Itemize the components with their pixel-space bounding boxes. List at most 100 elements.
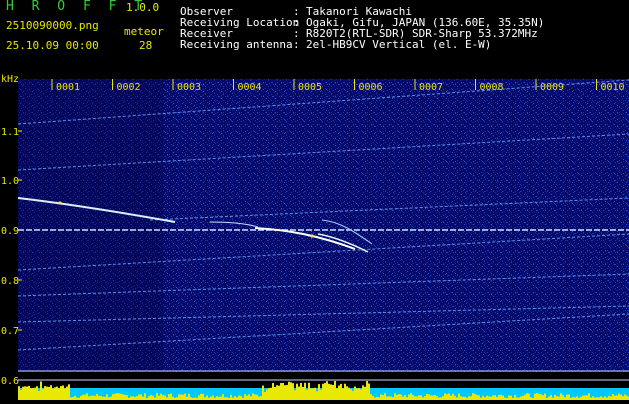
activity-bar — [336, 388, 338, 400]
activity-bar — [384, 393, 386, 400]
activity-bar — [52, 388, 54, 400]
activity-bar — [452, 393, 454, 400]
activity-bar — [534, 393, 536, 400]
x-tick-label: 0003 — [177, 82, 201, 93]
activity-bar — [318, 384, 320, 400]
activity-bar — [448, 393, 450, 400]
x-tick-label: 0009 — [540, 82, 564, 93]
activity-bar — [278, 385, 280, 400]
activity-bar — [360, 389, 362, 400]
meteor-head — [310, 234, 314, 238]
activity-bar — [342, 388, 344, 400]
activity-bar — [314, 387, 316, 400]
activity-bar — [334, 380, 336, 400]
activity-bar — [26, 386, 28, 400]
y-tick-label: 1.1 — [1, 127, 19, 138]
activity-bar — [284, 385, 286, 400]
activity-bar — [560, 393, 562, 400]
plot-dark-region — [18, 79, 163, 372]
filename-label: 2510090000.png — [6, 19, 99, 32]
activity-bar — [274, 386, 276, 400]
activity-bar — [184, 393, 186, 400]
activity-bar — [32, 388, 34, 400]
activity-bar — [240, 395, 242, 400]
activity-bar — [44, 386, 46, 400]
activity-bar — [444, 393, 446, 400]
activity-bar — [388, 396, 390, 400]
activity-bar — [80, 395, 82, 400]
y-tick-label: 1.0 — [1, 176, 19, 187]
activity-bar — [568, 394, 570, 400]
activity-bar — [380, 394, 382, 400]
activity-bar — [144, 393, 146, 400]
activity-bar — [212, 395, 214, 400]
datetime-label: 25.10.09 00:00 — [6, 39, 99, 52]
activity-bar — [114, 393, 116, 400]
activity-bar — [394, 393, 396, 400]
y-tick-label: 0.6 — [1, 376, 19, 387]
activity-bar — [414, 396, 416, 400]
activity-bar — [404, 395, 406, 400]
activity-bar — [322, 383, 324, 400]
activity-bar — [56, 386, 58, 400]
activity-bar — [528, 393, 530, 400]
activity-bar — [66, 386, 68, 400]
activity-bar — [382, 395, 384, 400]
activity-bar — [454, 395, 456, 400]
activity-bar — [248, 394, 250, 400]
activity-bar — [340, 383, 342, 400]
activity-bar — [460, 396, 462, 400]
activity-bar — [268, 388, 270, 400]
unit-label: kHz — [1, 74, 19, 85]
activity-bar — [138, 394, 140, 400]
activity-bar — [344, 383, 346, 400]
activity-bar — [178, 394, 180, 400]
activity-bar — [100, 395, 102, 400]
activity-bar — [320, 389, 322, 400]
activity-bar — [418, 395, 420, 400]
activity-bar — [550, 394, 552, 400]
activity-bar — [618, 393, 620, 400]
activity-bar — [472, 393, 474, 400]
x-tick-label: 0002 — [117, 82, 141, 93]
activity-bar — [540, 394, 542, 400]
activity-bar — [160, 393, 162, 400]
activity-bar — [288, 381, 290, 400]
activity-bar — [588, 393, 590, 400]
activity-bar — [106, 394, 108, 400]
activity-bar — [124, 394, 126, 400]
x-tick-label: 0005 — [298, 82, 322, 93]
activity-bar — [372, 395, 374, 400]
activity-bar — [40, 381, 42, 400]
activity-bar — [346, 386, 348, 400]
activity-bar — [600, 396, 602, 400]
activity-bar — [302, 386, 304, 400]
activity-bar — [428, 394, 430, 400]
meteor-count: 28 — [139, 39, 153, 52]
activity-bar — [140, 394, 142, 400]
activity-bar — [130, 396, 132, 400]
activity-bar — [264, 392, 266, 400]
activity-bar — [500, 394, 502, 400]
activity-bar — [18, 386, 20, 400]
activity-bar — [162, 395, 164, 400]
activity-bar — [48, 386, 50, 400]
activity-bar — [338, 385, 340, 400]
info-key-antenna: Receiving antenna — [180, 38, 293, 51]
activity-bar — [310, 388, 312, 400]
activity-bar — [488, 396, 490, 400]
activity-bar — [324, 382, 326, 400]
activity-bar — [82, 394, 84, 400]
activity-bar — [88, 396, 90, 400]
activity-bar — [94, 395, 96, 400]
spectrogram-plot: kHz 1.1 1.0 0.9 0.8 0.7 0.6 0001 0002 0003 0004 0… — [0, 74, 629, 400]
activity-bar — [282, 382, 284, 400]
activity-bar — [548, 396, 550, 400]
activity-bar — [258, 396, 260, 400]
activity-bar — [510, 395, 512, 400]
activity-bar — [544, 393, 546, 400]
activity-bar — [526, 393, 528, 400]
activity-bar — [280, 383, 282, 400]
activity-bar — [148, 396, 150, 400]
activity-bar — [34, 387, 36, 400]
